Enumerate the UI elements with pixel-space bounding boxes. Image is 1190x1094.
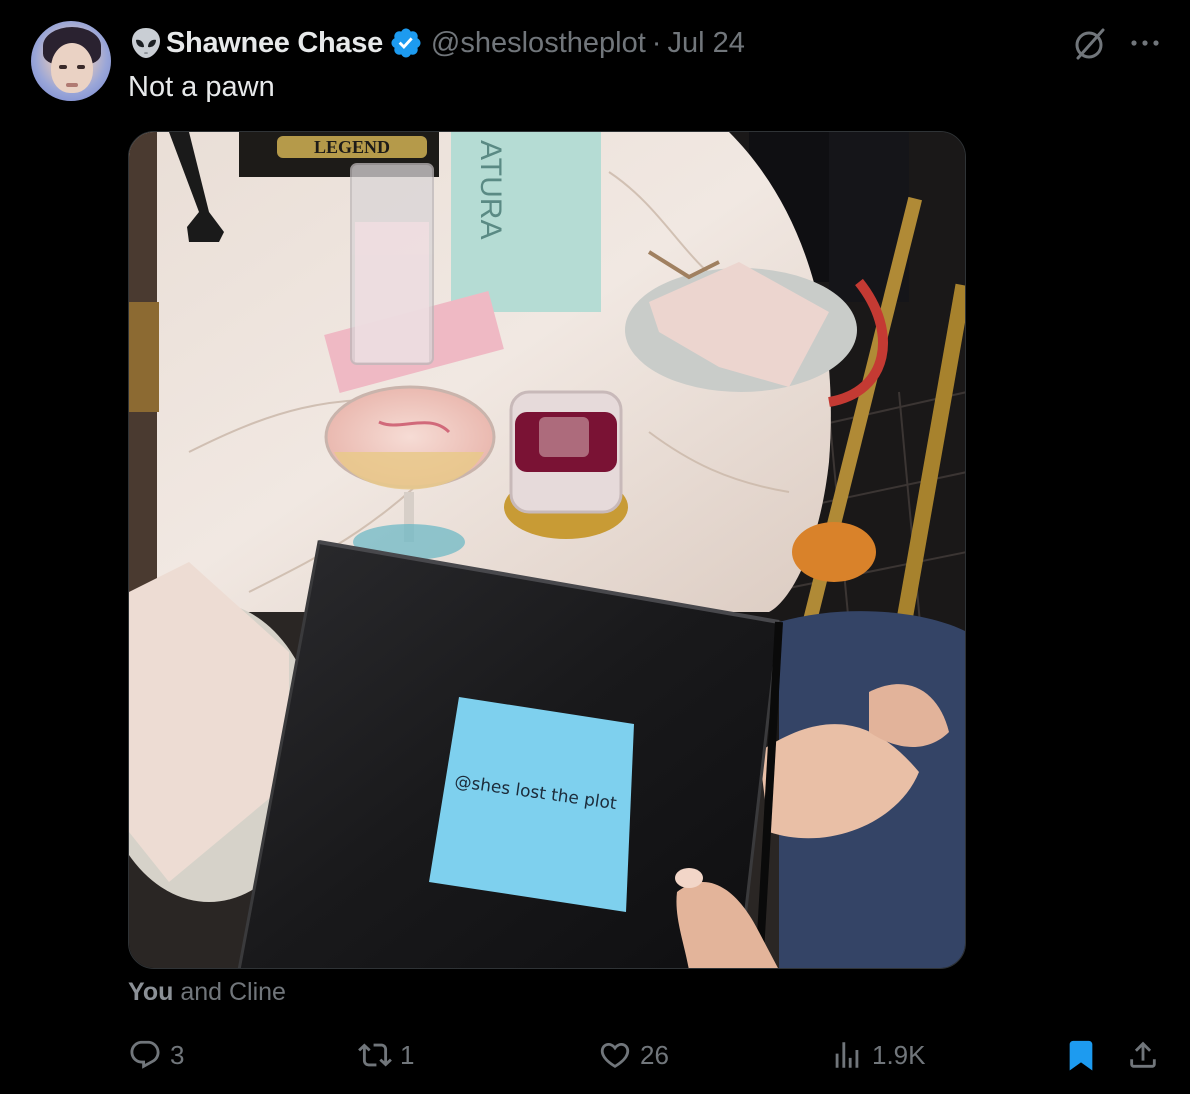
- avatar-eye: [77, 65, 85, 69]
- display-name[interactable]: Shawnee Chase: [166, 27, 383, 60]
- grok-icon[interactable]: [1070, 24, 1110, 64]
- menu-card-text: ATURA: [474, 140, 507, 239]
- repost-count: 1: [400, 1039, 415, 1070]
- repost-button[interactable]: 1: [358, 1032, 414, 1078]
- tweet-photo[interactable]: LEGEND ATURA @shes lost the plot: [128, 131, 966, 969]
- alien-emoji-icon: [132, 28, 160, 58]
- like-button[interactable]: 26: [598, 1032, 669, 1078]
- bookmark-button[interactable]: [1064, 1032, 1098, 1078]
- reply-button[interactable]: 3: [128, 1032, 184, 1078]
- separator-dot: ·: [651, 26, 662, 59]
- more-options-icon[interactable]: [1128, 28, 1162, 58]
- action-bar: 3 1 26 1.9K: [0, 1032, 1190, 1078]
- verified-badge-icon[interactable]: [389, 26, 423, 60]
- heart-icon: [600, 1042, 630, 1068]
- user-handle[interactable]: @sheslostheplot: [431, 27, 646, 60]
- legend-sign-text: LEGEND: [314, 137, 390, 157]
- tagged-users[interactable]: You and Cline: [128, 978, 286, 1007]
- tweet-header: Shawnee Chase @sheslostheplot · Jul 24: [128, 22, 745, 64]
- avatar[interactable]: [31, 21, 111, 101]
- tweet-text: Not a pawn: [128, 71, 275, 103]
- tweet[interactable]: Shawnee Chase @sheslostheplot · Jul 24 N…: [0, 0, 1190, 1094]
- tweet-date[interactable]: Jul 24: [667, 27, 744, 60]
- avatar-mouth: [66, 83, 78, 87]
- views-button[interactable]: 1.9K: [830, 1032, 926, 1078]
- reply-icon: [130, 1040, 160, 1069]
- bookmark-filled-icon: [1069, 1040, 1093, 1071]
- share-button[interactable]: [1126, 1032, 1160, 1078]
- views-count: 1.9K: [872, 1039, 926, 1070]
- tagged-others[interactable]: and Cline: [173, 978, 286, 1006]
- tagged-you[interactable]: You: [128, 978, 173, 1006]
- reply-count: 3: [170, 1039, 185, 1070]
- share-icon: [1130, 1041, 1156, 1068]
- repost-icon: [358, 1043, 392, 1067]
- like-count: 26: [640, 1039, 669, 1070]
- photo-scene: LEGEND ATURA @shes lost the plot: [129, 132, 965, 968]
- views-chart-icon: [835, 1042, 859, 1068]
- avatar-eye: [59, 65, 67, 69]
